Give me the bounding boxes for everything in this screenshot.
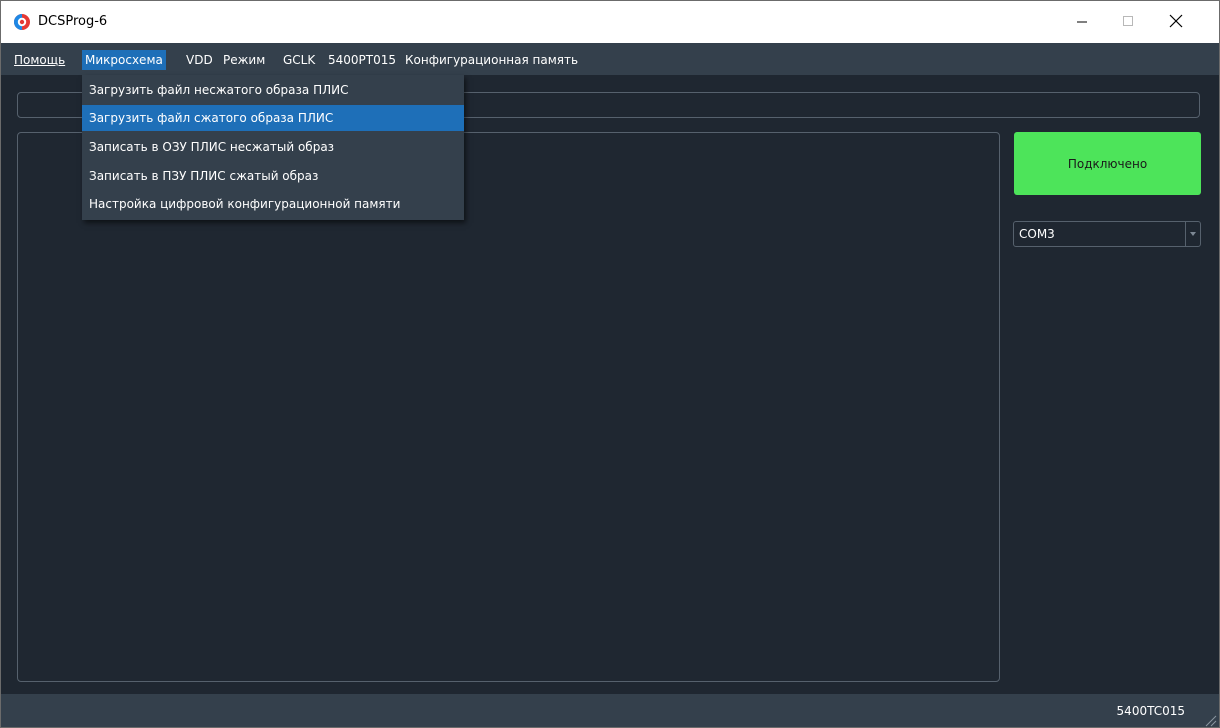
menu-bar: Помощь Микросхема VDD Режим GCLK 5400PT0… [1, 43, 1219, 75]
status-bar: 5400TC015 [1, 694, 1219, 727]
chevron-down-icon[interactable] [1185, 222, 1200, 246]
window-title: DCSProg-6 [38, 14, 108, 29]
app-logo-icon [13, 13, 31, 31]
status-chip-label: 5400TC015 [1116, 704, 1185, 718]
menu-vdd[interactable]: VDD [183, 50, 216, 70]
menu-chip[interactable]: Микросхема [82, 50, 166, 70]
port-select[interactable]: COM3 [1013, 221, 1201, 247]
port-select-value: COM3 [1019, 227, 1055, 241]
close-icon [1169, 14, 1183, 31]
menu-load-uncompressed-image[interactable]: Загрузить файл несжатого образа ПЛИС [82, 77, 464, 103]
menu-mode[interactable]: Режим [220, 50, 268, 70]
resize-grip-icon[interactable] [1203, 713, 1217, 727]
menu-write-rom-compressed[interactable]: Записать в ПЗУ ПЛИС сжатый образ [82, 163, 464, 189]
maximize-icon [1122, 15, 1134, 30]
menu-5400pt015[interactable]: 5400PT015 [325, 50, 399, 70]
minimize-icon [1076, 15, 1088, 30]
close-button[interactable] [1153, 1, 1198, 43]
menu-config-memory[interactable]: Конфигурационная память [402, 50, 581, 70]
menu-gclk[interactable]: GCLK [280, 50, 318, 70]
connect-button[interactable]: Подключено [1014, 132, 1201, 195]
menu-load-compressed-image[interactable]: Загрузить файл сжатого образа ПЛИС [82, 105, 464, 131]
app-window: DCSProg-6 Помощь Микросхема VDD Режим GC… [0, 0, 1220, 728]
chip-menu-dropdown: Загрузить файл несжатого образа ПЛИС Заг… [82, 75, 464, 220]
minimize-button[interactable] [1059, 1, 1104, 43]
connect-button-label: Подключено [1067, 156, 1148, 171]
menu-write-ram-uncompressed[interactable]: Записать в ОЗУ ПЛИС несжатый образ [82, 134, 464, 160]
menu-config-memory-settings[interactable]: Настройка цифровой конфигурационной памя… [82, 191, 464, 217]
maximize-button[interactable] [1105, 1, 1150, 43]
title-bar[interactable]: DCSProg-6 [1, 1, 1219, 43]
menu-help[interactable]: Помощь [11, 50, 68, 70]
